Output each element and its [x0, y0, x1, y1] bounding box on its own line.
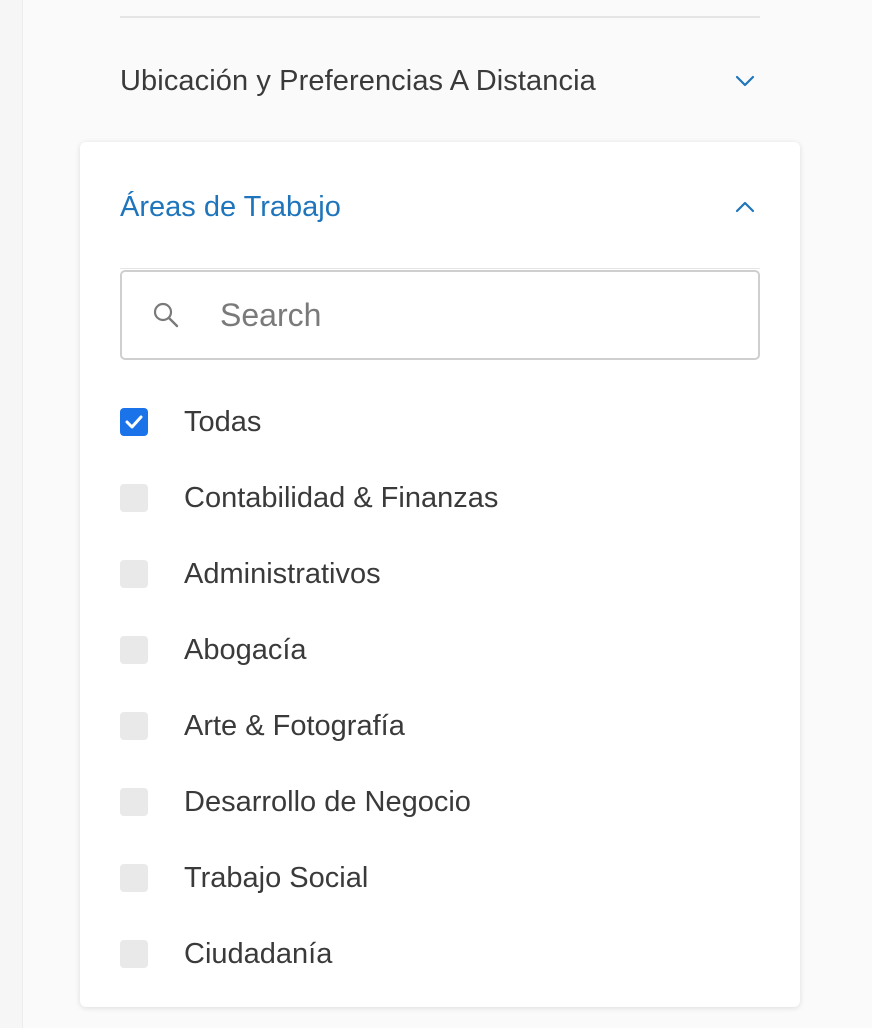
work-areas-options: Todas Contabilidad & Finanzas Administra…	[120, 384, 760, 992]
checkbox[interactable]	[120, 636, 148, 664]
checkbox-checked[interactable]	[120, 408, 148, 436]
option-label: Ciudadanía	[184, 937, 333, 970]
option-label: Abogacía	[184, 633, 307, 666]
option-abogacia[interactable]: Abogacía	[120, 612, 760, 688]
option-label: Arte & Fotografía	[184, 709, 405, 742]
option-desarrollo-negocio[interactable]: Desarrollo de Negocio	[120, 764, 760, 840]
location-section-header[interactable]: Ubicación y Preferencias A Distancia	[120, 46, 760, 116]
option-label: Todas	[184, 405, 262, 438]
option-label: Administrativos	[184, 557, 381, 590]
search-box[interactable]	[120, 270, 760, 360]
option-todas[interactable]: Todas	[120, 384, 760, 460]
checkbox[interactable]	[120, 864, 148, 892]
option-administrativos[interactable]: Administrativos	[120, 536, 760, 612]
work-areas-divider	[120, 268, 760, 269]
checkbox[interactable]	[120, 788, 148, 816]
search-input[interactable]	[218, 295, 742, 335]
left-rail	[0, 0, 23, 1028]
option-ciudadania[interactable]: Ciudadanía	[120, 916, 760, 992]
option-trabajo-social[interactable]: Trabajo Social	[120, 840, 760, 916]
option-label: Trabajo Social	[184, 861, 369, 894]
chevron-up-icon[interactable]	[730, 192, 760, 222]
work-areas-panel: Áreas de Trabajo Todas Contabilidad & Fi…	[80, 142, 800, 1007]
chevron-down-icon[interactable]	[730, 66, 760, 96]
search-icon	[152, 301, 180, 329]
option-label: Desarrollo de Negocio	[184, 785, 471, 818]
checkbox[interactable]	[120, 560, 148, 588]
checkmark-icon	[124, 414, 144, 430]
location-section-title: Ubicación y Preferencias A Distancia	[120, 64, 596, 97]
work-areas-title: Áreas de Trabajo	[120, 190, 341, 223]
checkbox[interactable]	[120, 712, 148, 740]
work-areas-header[interactable]: Áreas de Trabajo	[120, 172, 760, 242]
checkbox[interactable]	[120, 484, 148, 512]
checkbox[interactable]	[120, 940, 148, 968]
option-contabilidad-finanzas[interactable]: Contabilidad & Finanzas	[120, 460, 760, 536]
option-arte-fotografia[interactable]: Arte & Fotografía	[120, 688, 760, 764]
top-divider	[120, 16, 760, 18]
option-label: Contabilidad & Finanzas	[184, 481, 499, 514]
